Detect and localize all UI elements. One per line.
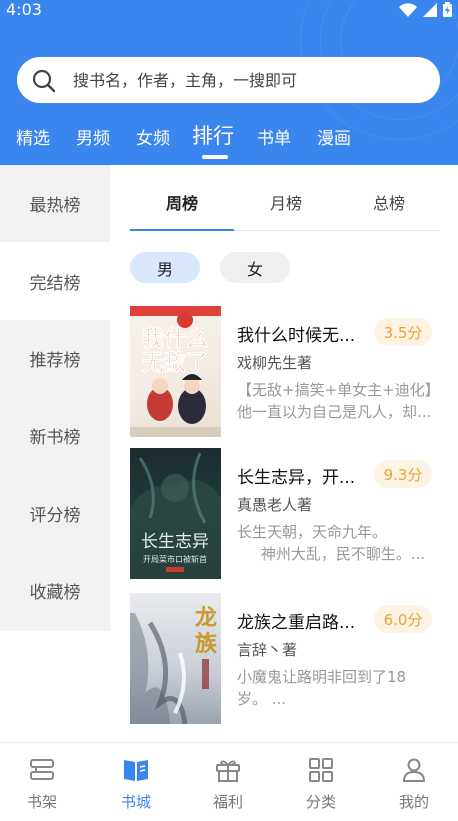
- svg-text:龙: 龙: [195, 605, 217, 631]
- nav-bookshelf[interactable]: 书架: [0, 743, 88, 821]
- bookshelf-icon: [30, 759, 54, 780]
- cover-art: 我什么 无敌了: [130, 306, 221, 437]
- sidebar-item-recommended[interactable]: 推荐榜: [0, 320, 110, 397]
- nav-label: 我的: [398, 793, 429, 811]
- sidebar-item-completed[interactable]: 完结榜: [0, 242, 110, 320]
- book-score-badge: 6.0分: [374, 605, 432, 633]
- book-title[interactable]: 长生志异，开...: [237, 463, 365, 488]
- svg-text:开局菜市口被斩首: 开局菜市口被斩首: [143, 554, 207, 564]
- bookstore-icon: [124, 760, 148, 781]
- ranking-sidebar: 最热榜 完结榜 推荐榜 新书榜 评分榜 收藏榜: [0, 165, 110, 631]
- sidebar-item-hottest[interactable]: 最热榜: [0, 165, 110, 242]
- gender-filter-female[interactable]: 女: [220, 252, 290, 283]
- header: 4:03 精选 男频 女频 排行 书单 漫画: [0, 0, 458, 165]
- book-cover[interactable]: 长生志异 开局菜市口被斩首: [130, 448, 221, 579]
- wifi-icon: [399, 2, 417, 17]
- period-tab-monthly[interactable]: 月榜: [234, 190, 338, 214]
- nav-label: 分类: [305, 793, 336, 811]
- book-author: 戏柳先生著: [237, 354, 313, 372]
- sidebar-item-label: 收藏榜: [29, 583, 81, 603]
- book-author: 言辞丶著: [237, 641, 298, 659]
- tab-comics[interactable]: 漫画: [317, 124, 351, 149]
- tab-indicator: [202, 155, 228, 159]
- book-score-badge: 3.5分: [374, 318, 432, 346]
- book-description: 小魔鬼让路明非回到了18岁。 ...: [237, 668, 407, 708]
- sidebar-item-favorites[interactable]: 收藏榜: [0, 552, 110, 629]
- nav-category[interactable]: 分类: [275, 743, 367, 821]
- sidebar-item-label: 最热榜: [29, 196, 81, 216]
- nav-welfare[interactable]: 福利: [182, 743, 274, 821]
- book-item[interactable]: 我什么 无敌了 我什么时候无... 3.5分 戏柳先生著 【无敌+搞笑+单女主+…: [130, 306, 440, 437]
- book-description: 长生天朝，天命九年。 神州大乱，民不聊生。...: [237, 523, 426, 563]
- nav-label: 书架: [26, 793, 57, 811]
- period-tab-total[interactable]: 总榜: [337, 190, 441, 214]
- sidebar-item-label: 新书榜: [29, 428, 81, 448]
- tab-female[interactable]: 女频: [136, 124, 170, 149]
- book-cover[interactable]: 我什么 无敌了: [130, 306, 221, 437]
- svg-text:族: 族: [195, 631, 218, 657]
- sidebar-item-label: 推荐榜: [29, 351, 81, 371]
- svg-text:长生志异: 长生志异: [141, 532, 209, 552]
- tab-booklist[interactable]: 书单: [257, 124, 291, 149]
- nav-label: 福利: [212, 793, 243, 811]
- cover-art: 长生志异 开局菜市口被斩首: [130, 452, 221, 579]
- tab-featured[interactable]: 精选: [16, 124, 50, 149]
- gift-icon: [216, 760, 240, 782]
- top-tabs: 精选 男频 女频 排行 书单 漫画: [0, 118, 458, 158]
- tab-ranking[interactable]: 排行: [192, 120, 234, 150]
- signal-icon: [423, 2, 437, 17]
- profile-icon: [402, 758, 426, 782]
- sidebar-item-rating[interactable]: 评分榜: [0, 475, 110, 552]
- search-icon: [32, 69, 56, 93]
- svg-text:无敌了: 无敌了: [142, 350, 208, 376]
- period-tab-weekly[interactable]: 周榜: [130, 190, 234, 214]
- period-tabs: 周榜 月榜 总榜: [130, 165, 440, 231]
- svg-text:我什么: 我什么: [142, 327, 208, 352]
- search-bar[interactable]: [17, 57, 440, 103]
- cover-art: 龙 族: [130, 605, 218, 724]
- sidebar-item-label: 评分榜: [29, 506, 81, 526]
- sidebar-item-label: 完结榜: [29, 273, 81, 294]
- book-item[interactable]: 龙 族 龙族之重启路... 6.0分 言辞丶著 小魔鬼让路明非回到了18岁。 .…: [130, 593, 440, 724]
- nav-label: 书城: [120, 793, 151, 811]
- book-title[interactable]: 龙族之重启路...: [237, 608, 365, 633]
- book-author: 真愚老人著: [237, 496, 313, 514]
- period-tab-indicator: [130, 229, 234, 231]
- nav-profile[interactable]: 我的: [368, 743, 458, 821]
- gender-filter-male[interactable]: 男: [130, 252, 200, 283]
- book-title[interactable]: 我什么时候无...: [237, 321, 365, 346]
- book-item[interactable]: 长生志异 开局菜市口被斩首 长生志异，开... 9.3分 真愚老人著 长生天朝，…: [130, 448, 440, 579]
- book-score-badge: 9.3分: [374, 460, 432, 488]
- nav-bookstore[interactable]: 书城: [90, 743, 182, 821]
- sidebar-item-new[interactable]: 新书榜: [0, 397, 110, 474]
- battery-icon: [443, 2, 452, 17]
- status-time: 4:03: [6, 0, 42, 19]
- book-cover[interactable]: 龙 族: [130, 593, 221, 724]
- category-icon: [309, 758, 333, 782]
- status-bar: 4:03: [0, 0, 458, 22]
- search-input[interactable]: [73, 57, 423, 103]
- tab-male[interactable]: 男频: [76, 124, 110, 149]
- book-description: 【无敌+搞笑+单女主+迪化】他一直以为自己是凡人，却...: [237, 381, 433, 421]
- bottom-nav: 书架 书城 福利 分类 我的: [0, 742, 458, 820]
